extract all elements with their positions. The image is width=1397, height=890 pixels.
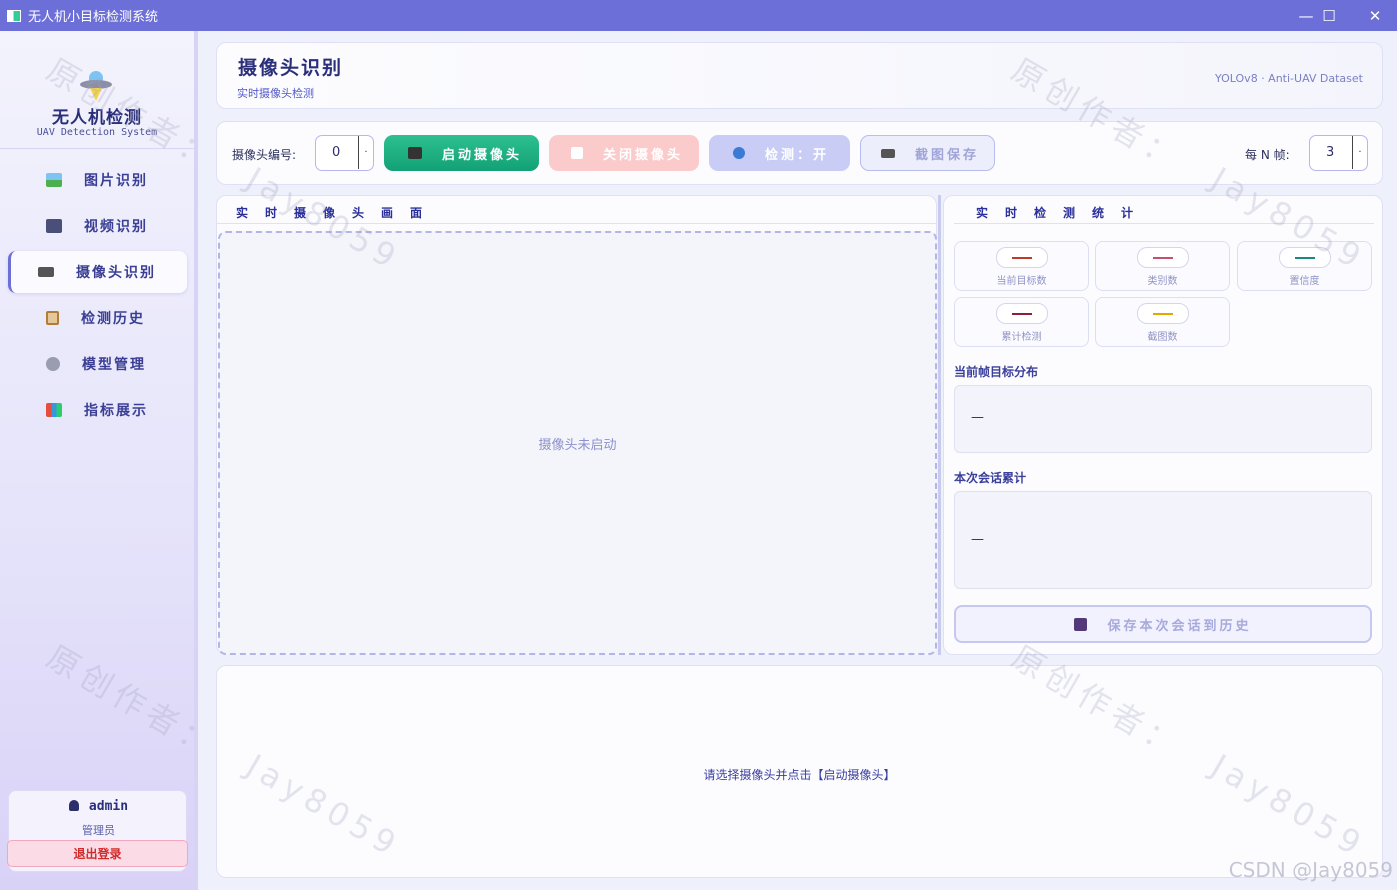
stat-value	[1012, 313, 1032, 315]
user-card: admin 管理员 退出登录	[7, 790, 188, 872]
stats-panel: 实时检测统计 当前目标数 类别数 置信度 累计检测 截图数 当前帧目标分布 — …	[943, 195, 1383, 655]
model-tag: YOLOv8 · Anti-UAV Dataset	[1215, 72, 1363, 85]
sidebar-item-label: 图片识别	[84, 173, 148, 189]
stat-value	[1295, 257, 1315, 259]
stop-camera-button[interactable]: 关闭摄像头	[549, 135, 699, 171]
distribution-title: 当前帧目标分布	[954, 365, 1039, 379]
close-button[interactable]: ✕	[1352, 0, 1397, 31]
sidebar-item-label: 指标展示	[84, 403, 148, 419]
start-camera-button[interactable]: 启动摄像头	[384, 135, 539, 171]
stat-card-total-detections: 累计检测	[954, 297, 1089, 347]
image-icon	[46, 173, 62, 187]
sidebar-item-camera-recognition[interactable]: 摄像头识别	[8, 251, 187, 293]
camera-id-value: 0	[332, 145, 341, 160]
stat-label: 当前目标数	[996, 276, 1047, 287]
maximize-button[interactable]: ☐	[1306, 0, 1352, 31]
clipboard-icon	[46, 311, 59, 325]
gear-icon	[46, 357, 60, 371]
logout-button[interactable]: 退出登录	[7, 840, 188, 867]
session-value: —	[971, 532, 984, 547]
sidebar-item-label: 摄像头识别	[76, 265, 156, 281]
window-titlebar: 无人机小目标检测系统 — ☐ ✕	[0, 0, 1397, 31]
every-n-frames-value: 3	[1326, 145, 1335, 160]
sidebar-item-label: 视频识别	[84, 219, 148, 235]
csdn-watermark: CSDN @Jay8059	[1228, 858, 1393, 882]
every-n-frames-spinbox[interactable]: 3 ·	[1309, 135, 1368, 171]
sidebar-item-model-management[interactable]: 模型管理	[8, 343, 187, 385]
sidebar-item-video-recognition[interactable]: 视频识别	[8, 205, 187, 247]
distribution-value: —	[971, 410, 984, 425]
screenshot-label: 截图保存	[915, 147, 980, 163]
save-session-label: 保存本次会话到历史	[1107, 618, 1252, 634]
stat-card-class-count: 类别数	[1095, 241, 1230, 291]
stat-value	[1012, 257, 1032, 259]
page-subtitle: 实时摄像头检测	[237, 87, 314, 100]
screenshot-button[interactable]: 截图保存	[860, 135, 995, 171]
stat-card-current-targets: 当前目标数	[954, 241, 1089, 291]
start-camera-label: 启动摄像头	[442, 147, 523, 163]
sidebar-nav: 图片识别 视频识别 摄像头识别 检测历史 模型管理 指标展示	[8, 159, 187, 435]
user-role: 管理员	[82, 824, 115, 837]
stats-panel-title: 实时检测统计	[976, 206, 1151, 220]
stop-camera-label: 关闭摄像头	[603, 147, 684, 163]
user-name: admin	[88, 799, 129, 814]
session-title: 本次会话累计	[954, 471, 1027, 485]
camera-panel: 实时摄像头画面 摄像头未启动	[216, 195, 937, 655]
panel-splitter[interactable]	[938, 195, 941, 655]
save-session-button[interactable]: 保存本次会话到历史	[954, 605, 1372, 643]
camera-toolbar: 摄像头编号: 0 · 启动摄像头 关闭摄像头 检测：开 截图保存 每 N 帧: …	[216, 121, 1383, 185]
stat-card-screenshot-count: 截图数	[1095, 297, 1230, 347]
video-camera-icon	[408, 147, 422, 159]
camera-icon	[881, 148, 895, 158]
app-icon	[7, 9, 21, 22]
window-title: 无人机小目标检测系统	[28, 10, 159, 25]
every-n-frames-label: 每 N 帧:	[1245, 148, 1290, 162]
detect-toggle-button[interactable]: 检测：开	[709, 135, 850, 171]
stat-value	[1153, 257, 1173, 259]
sidebar-item-label: 检测历史	[81, 311, 145, 327]
camera-id-stepper[interactable]: ·	[358, 136, 373, 169]
camera-view: 摄像头未启动	[218, 231, 937, 655]
session-box: —	[954, 491, 1372, 589]
page-header: 摄像头识别 实时摄像头检测 YOLOv8 · Anti-UAV Dataset	[216, 42, 1383, 109]
distribution-box: —	[954, 385, 1372, 453]
page-title: 摄像头识别	[238, 57, 344, 79]
stat-value	[1153, 313, 1173, 315]
user-icon	[68, 800, 79, 811]
bar-chart-icon	[46, 403, 62, 417]
film-icon	[46, 219, 62, 233]
camera-icon	[38, 267, 54, 277]
stat-label: 累计检测	[1001, 332, 1042, 343]
stop-square-icon	[571, 147, 583, 159]
sidebar-item-label: 模型管理	[82, 357, 146, 373]
magnifier-icon	[733, 147, 745, 159]
stat-label: 截图数	[1147, 332, 1178, 343]
every-n-frames-stepper[interactable]: ·	[1352, 136, 1367, 169]
camera-placeholder: 摄像头未启动	[538, 437, 617, 453]
sidebar-item-image-recognition[interactable]: 图片识别	[8, 159, 187, 201]
stat-label: 类别数	[1147, 276, 1178, 287]
sidebar-item-detection-history[interactable]: 检测历史	[8, 297, 187, 339]
detect-toggle-label: 检测：开	[765, 147, 830, 163]
floppy-disk-icon	[1074, 617, 1088, 631]
camera-id-spinbox[interactable]: 0 ·	[315, 135, 374, 171]
camera-id-label: 摄像头编号:	[232, 148, 297, 162]
sidebar-item-metrics[interactable]: 指标展示	[8, 389, 187, 431]
